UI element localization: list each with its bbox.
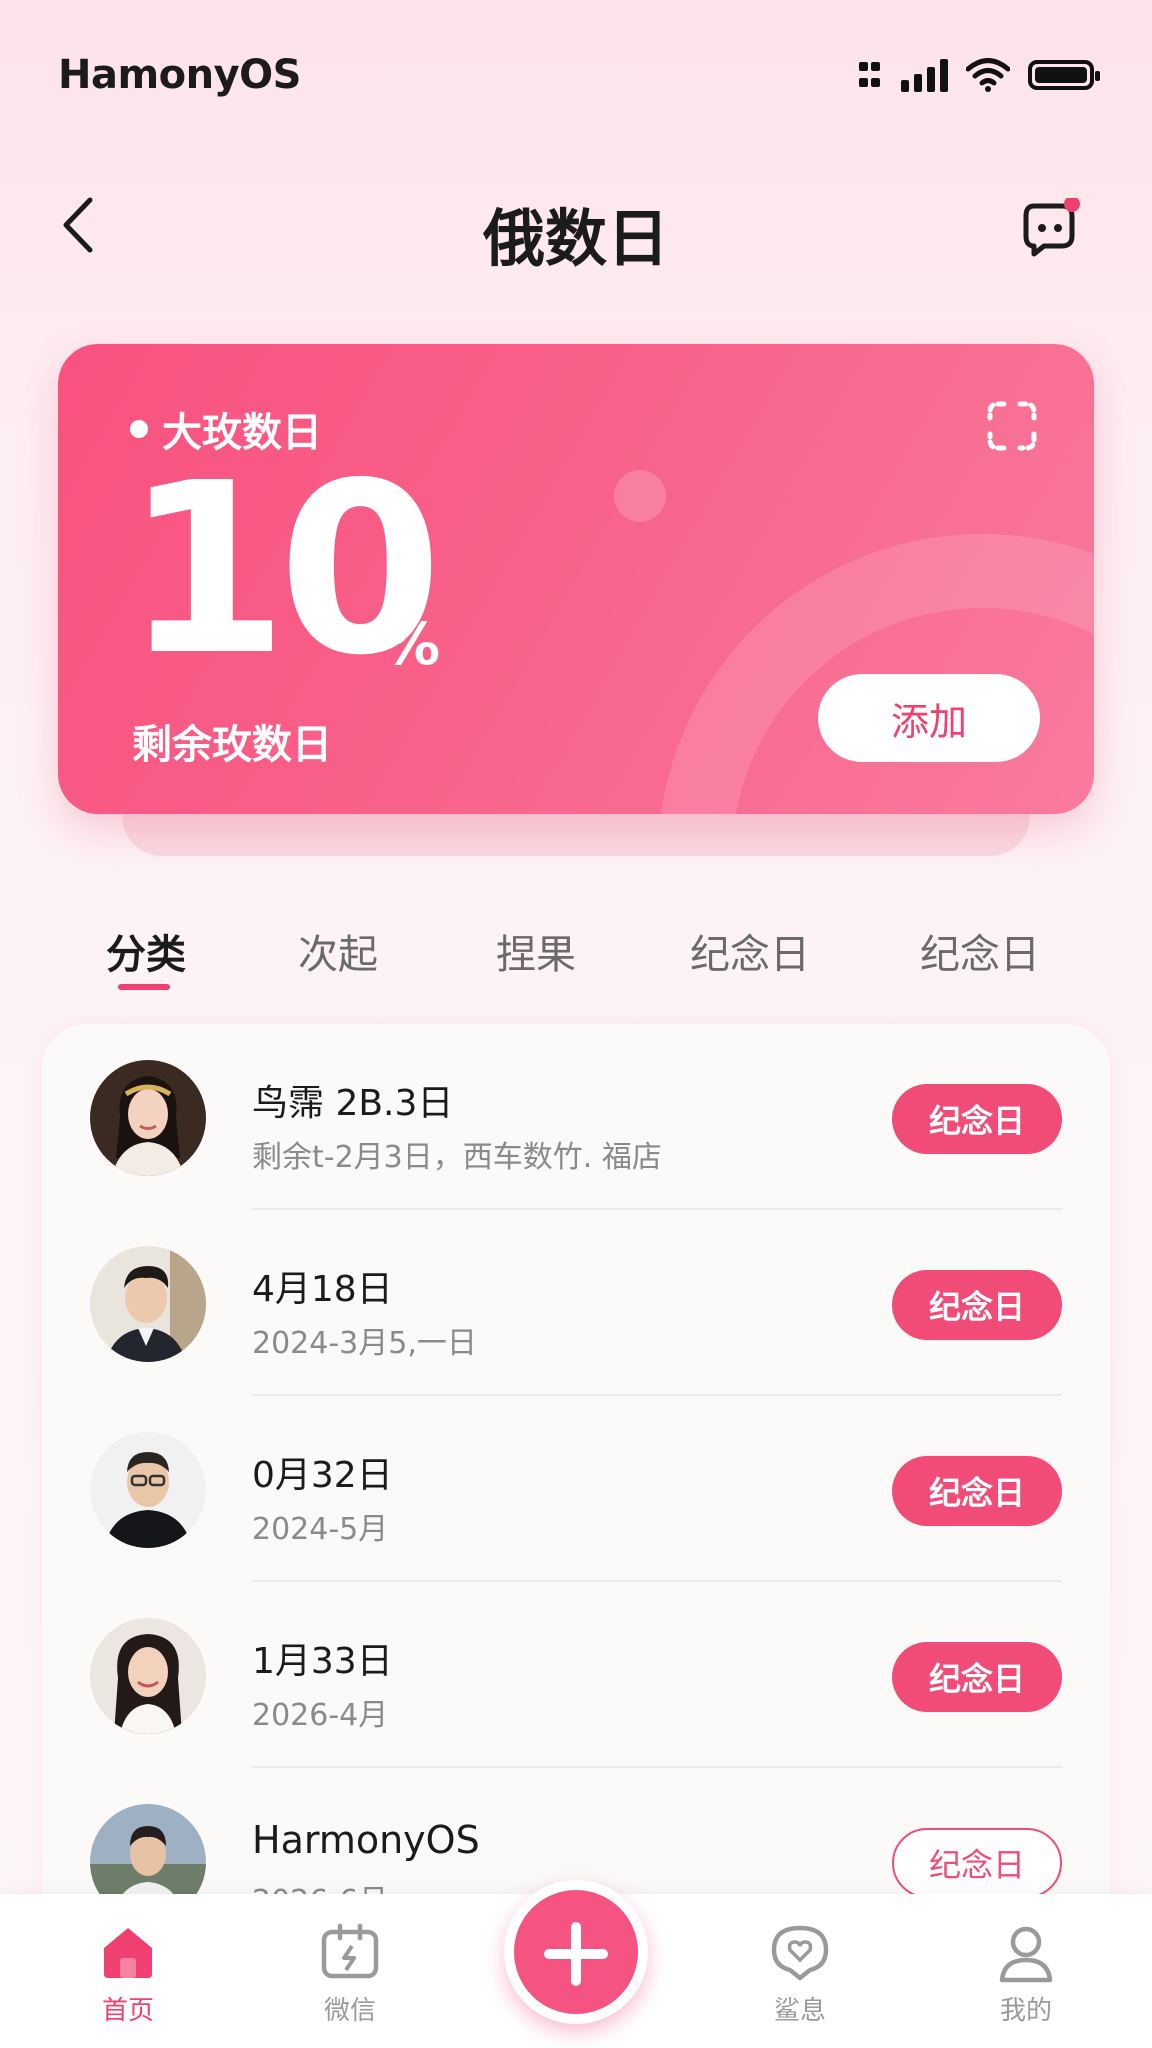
nav-label: 微信 — [323, 1996, 376, 2026]
page-title: 俄数日 — [482, 202, 669, 275]
summary-card: 大玫数日 10 % 剩余玫数日 添加 — [58, 344, 1094, 814]
wifi-icon — [966, 58, 1010, 92]
scan-icon[interactable] — [986, 400, 1038, 452]
active-tab-indicator — [118, 984, 170, 990]
avatar — [90, 1246, 206, 1362]
item-title: 4月18日 — [252, 1269, 393, 1310]
item-title: 鸟霈 2B.3日 — [252, 1083, 454, 1124]
item-subtitle: 2024-3月5,一日 — [252, 1326, 477, 1361]
calendar-icon — [321, 1923, 379, 1979]
carrier-name: HamonyOS — [58, 52, 302, 98]
status-bar: HamonyOS — [0, 0, 1152, 150]
item-subtitle: 2026-4月 — [252, 1698, 389, 1733]
anniversary-button[interactable]: 纪念日 — [892, 1642, 1062, 1712]
anniversary-button[interactable]: 纪念日 — [892, 1270, 1062, 1340]
category-tabs: 分类 次起 捏果 纪念日 纪念日 — [0, 900, 1152, 1000]
add-fab-button[interactable] — [504, 1880, 648, 2024]
item-subtitle: 2024-5月 — [252, 1512, 389, 1547]
progress-unit: % — [382, 610, 441, 678]
tab-second[interactable]: 次起 — [298, 922, 378, 980]
nav-label: 鲨息 — [773, 1996, 826, 2026]
item-title: 0月32日 — [252, 1455, 393, 1496]
item-title: HarmonyOS — [252, 1818, 480, 1862]
message-icon[interactable] — [1022, 198, 1082, 258]
anniversary-button[interactable]: 纪念日 — [892, 1084, 1062, 1154]
person-icon — [999, 1926, 1053, 1983]
item-title: 1月33日 — [252, 1641, 393, 1682]
nav-messages[interactable]: 鲨息 — [740, 1920, 860, 2027]
tab-anniversary[interactable]: 纪念日 — [690, 922, 810, 980]
item-subtitle: 剩余t-2月3日，西车数竹. 福店 — [252, 1140, 662, 1175]
list-item[interactable]: 0月32日 2024-5月 纪念日 — [42, 1396, 1110, 1582]
card-subtitle: 剩余玫数日 — [132, 722, 332, 768]
notification-dot — [1064, 198, 1080, 212]
tab-anniversary-2[interactable]: 纪念日 — [920, 922, 1040, 980]
list-item[interactable]: 鸟霈 2B.3日 剩余t-2月3日，西车数竹. 福店 纪念日 — [42, 1024, 1110, 1210]
signal-icon — [901, 58, 948, 92]
list-item[interactable]: 1月33日 2026-4月 纪念日 — [42, 1582, 1110, 1768]
avatar — [90, 1060, 206, 1176]
tab-category[interactable]: 分类 — [106, 922, 186, 980]
home-icon — [104, 1928, 152, 1978]
anniversary-button[interactable]: 纪念日 — [892, 1456, 1062, 1526]
app-header: 俄数日 — [0, 170, 1152, 280]
nav-wechat[interactable]: 微信 — [290, 1920, 410, 2027]
status-icons — [857, 52, 1100, 98]
battery-icon — [1028, 60, 1100, 90]
avatar — [90, 1618, 206, 1734]
decorative-bubble — [614, 470, 666, 522]
tab-third[interactable]: 捏果 — [496, 922, 576, 980]
list-item[interactable]: 4月18日 2024-3月5,一日 纪念日 — [42, 1210, 1110, 1396]
add-button[interactable]: 添加 — [818, 674, 1040, 762]
nav-home[interactable]: 首页 — [68, 1920, 188, 2027]
anniversary-button[interactable]: 纪念日 — [892, 1828, 1062, 1898]
nav-label: 首页 — [101, 1996, 154, 2026]
nav-profile[interactable]: 我的 — [966, 1920, 1086, 2027]
avatar — [90, 1432, 206, 1548]
heart-chat-icon — [771, 1925, 829, 1981]
nfc-icon — [859, 62, 880, 87]
nav-label: 我的 — [999, 1996, 1052, 2026]
